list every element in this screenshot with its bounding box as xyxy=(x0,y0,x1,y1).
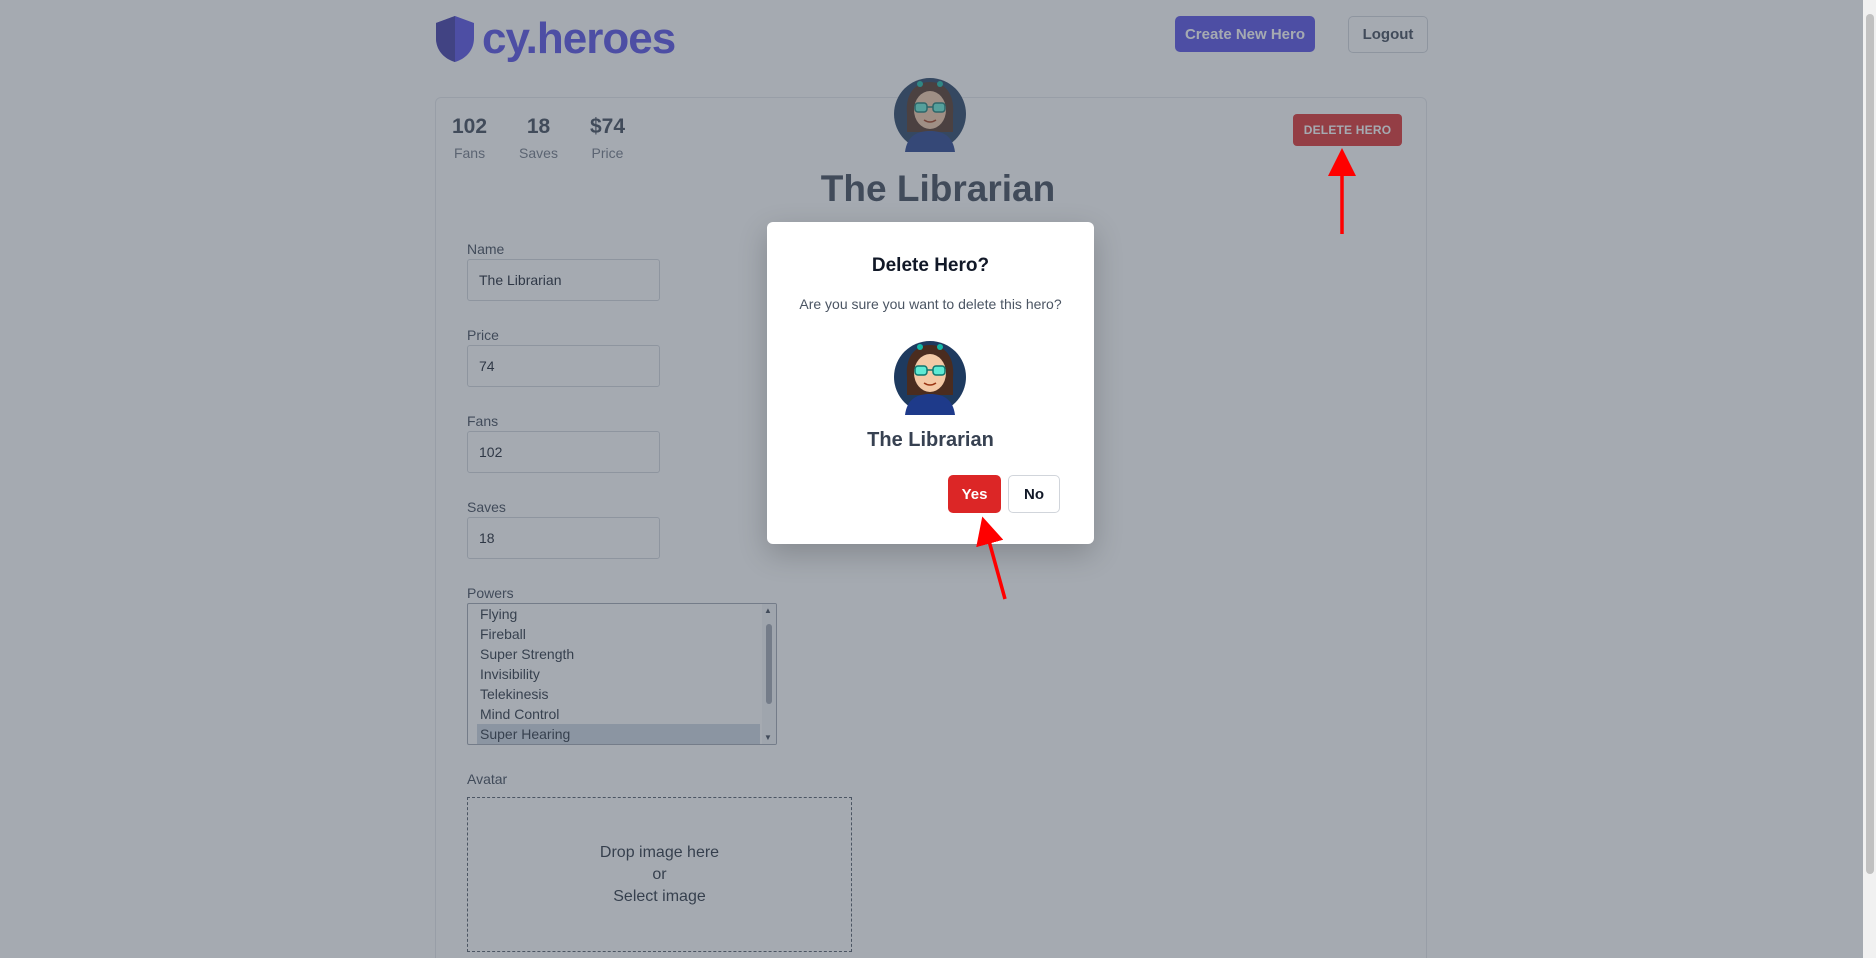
hero-edit-page: cy.heroes Create New Hero Logout 102 Fan… xyxy=(0,0,1876,958)
page-scroll-thumb[interactable] xyxy=(1866,14,1874,874)
delete-hero-modal: Delete Hero? Are you sure you want to de… xyxy=(767,222,1094,544)
confirm-yes-button[interactable]: Yes xyxy=(948,475,1001,513)
modal-hero-name: The Librarian xyxy=(867,429,994,451)
modal-title: Delete Hero? xyxy=(871,255,990,276)
confirm-no-button[interactable]: No xyxy=(1008,475,1060,513)
modal-message: Are you sure you want to delete this her… xyxy=(799,296,1062,312)
page-scrollbar[interactable] xyxy=(1863,0,1876,958)
modal-hero-avatar xyxy=(894,341,966,415)
